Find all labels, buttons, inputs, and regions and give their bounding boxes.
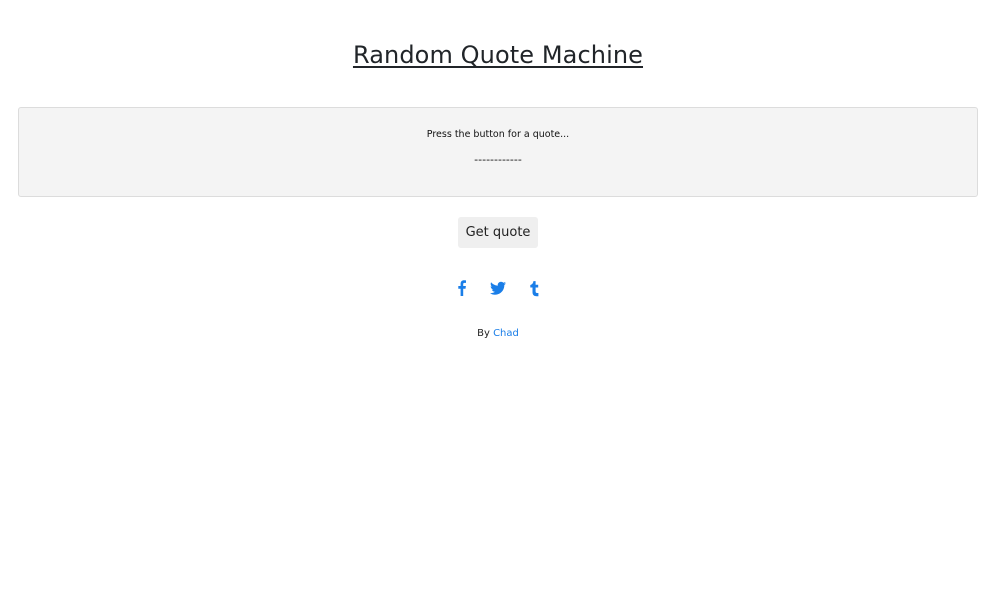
byline-label: By xyxy=(477,328,490,339)
quote-author: ------------ xyxy=(474,153,522,166)
social-links xyxy=(0,278,996,298)
page: Random Quote Machine Press the button fo… xyxy=(0,0,1000,600)
twitter-icon xyxy=(490,281,506,295)
tumblr-share-link[interactable] xyxy=(525,278,545,298)
byline: By Chad xyxy=(0,327,996,341)
get-quote-button[interactable]: Get quote xyxy=(458,217,538,248)
facebook-share-link[interactable] xyxy=(452,278,472,298)
author-link[interactable]: Chad xyxy=(493,328,519,339)
page-title: Random Quote Machine xyxy=(352,41,644,69)
quote-text: Press the button for a quote... xyxy=(426,129,570,140)
quote-box: Press the button for a quote... --------… xyxy=(18,107,978,197)
twitter-share-link[interactable] xyxy=(488,278,508,298)
tumblr-icon xyxy=(530,281,539,297)
facebook-icon xyxy=(458,280,466,296)
